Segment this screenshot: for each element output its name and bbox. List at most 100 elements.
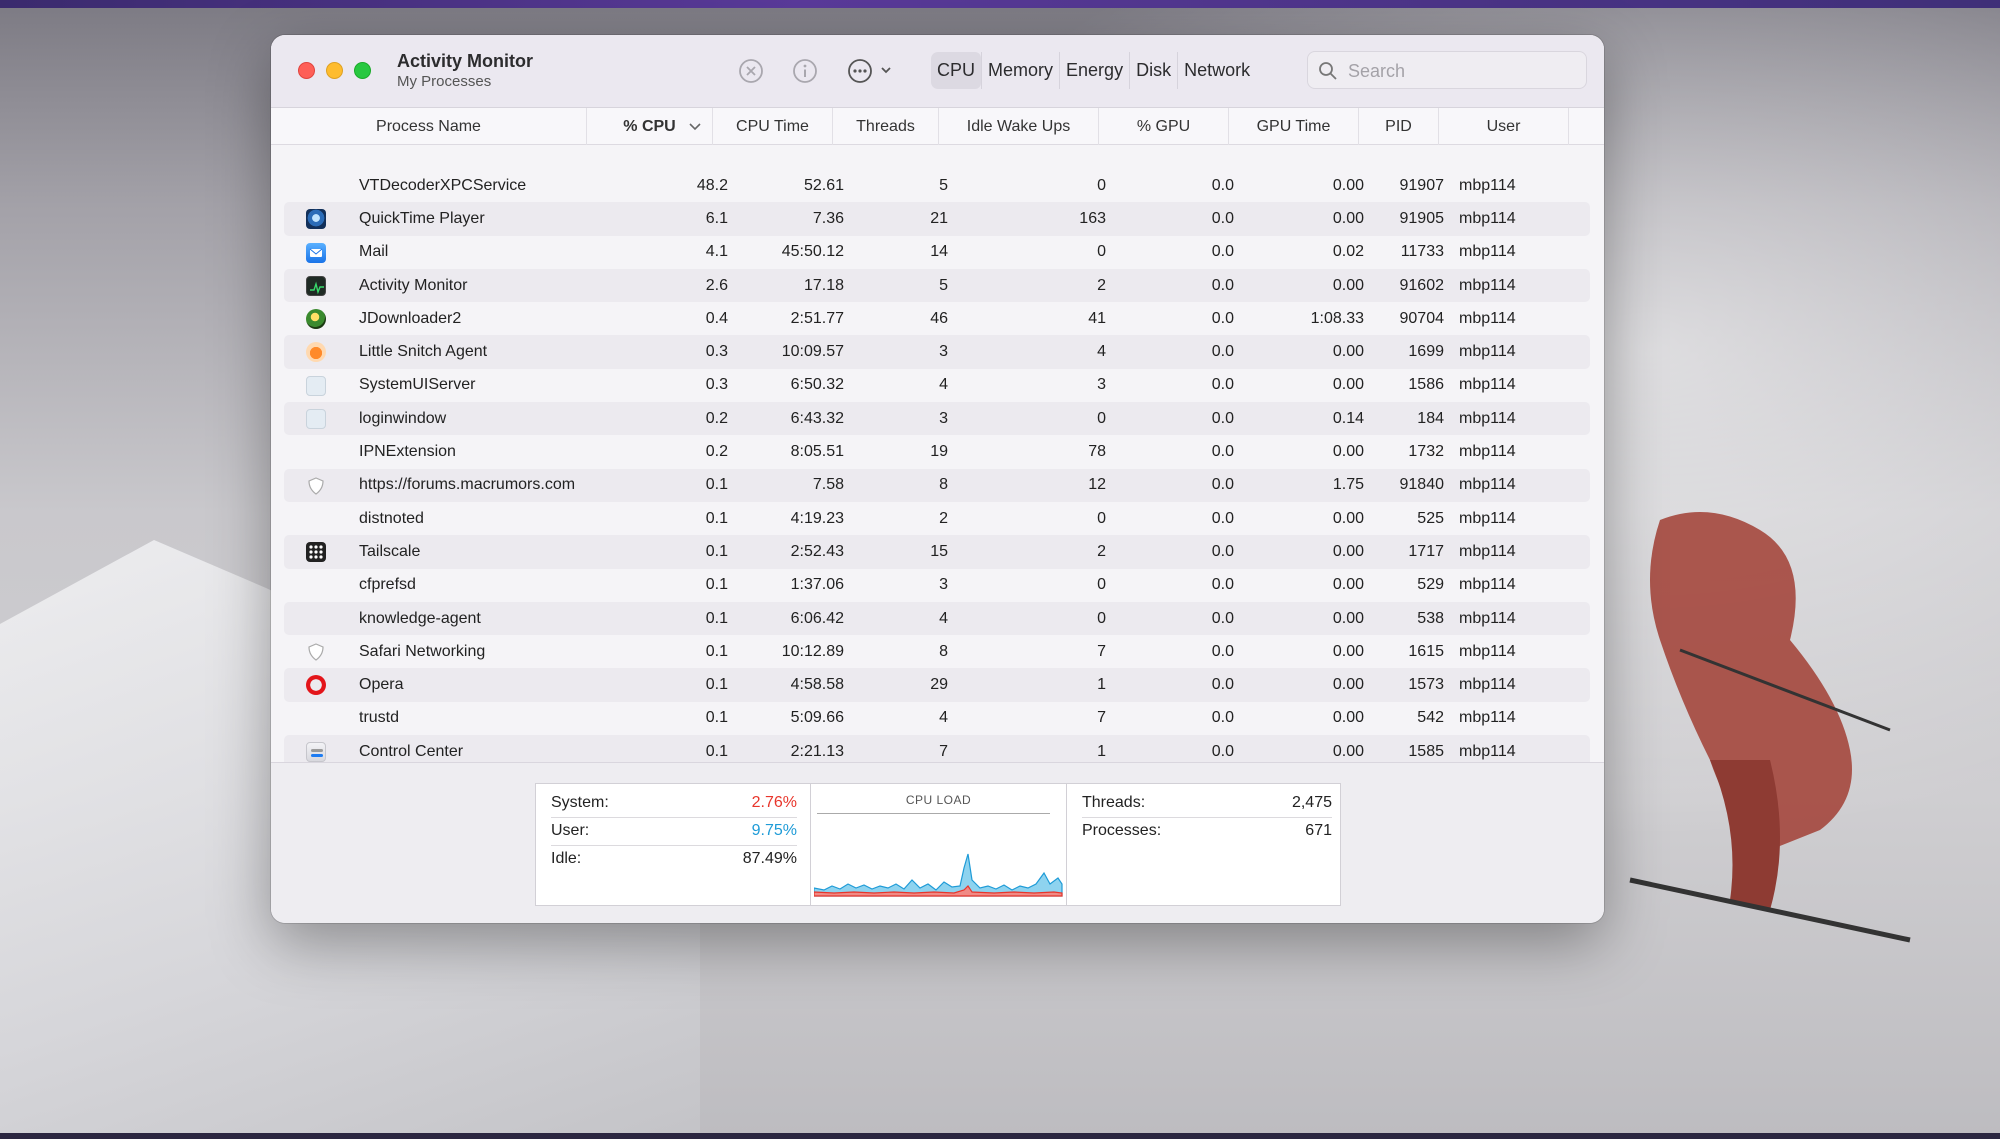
inspect-process-icon[interactable] (791, 57, 819, 85)
cell-gpu-percent: 0.0 (1211, 409, 1234, 427)
table-row[interactable]: Safari Networking 0.1 10:12.89 8 7 0.0 0.00 161… (284, 635, 1590, 668)
cell-pid: 90704 (1399, 309, 1445, 327)
table-row[interactable]: Mail 4.1 45:50.12 14 0 0.0 0.02 11733 mbp114 (284, 236, 1590, 269)
cell-gpu-percent: 0.0 (1211, 443, 1234, 461)
column-cpu-time[interactable]: CPU Time (713, 108, 833, 145)
tab-disk[interactable]: Disk (1129, 52, 1177, 89)
column-pid[interactable]: PID (1359, 108, 1439, 145)
cell-cpu-time: 45:50.12 (781, 243, 844, 261)
more-actions-icon[interactable] (847, 57, 897, 85)
cell-cpu-time: 2:51.77 (790, 309, 844, 327)
cell-process-name: Mail (359, 243, 389, 261)
shield-icon (306, 642, 326, 662)
cell-gpu-time: 0.00 (1332, 176, 1364, 194)
cell-gpu-percent: 0.0 (1211, 176, 1234, 194)
stat-idle: Idle: 87.49% (551, 846, 797, 874)
tailscale-icon (306, 542, 326, 563)
zoom-window-button[interactable] (354, 62, 371, 79)
column-gpu-percent[interactable]: % GPU (1099, 108, 1229, 145)
table-row[interactable]: cfprefsd 0.1 1:37.06 3 0 0.0 0.00 529 mbp114 (284, 569, 1590, 602)
table-row[interactable]: trustd 0.1 5:09.66 4 7 0.0 0.00 542 mbp114 (284, 702, 1590, 735)
cpu-load-panel: CPU LOAD (810, 783, 1067, 906)
cell-cpu-time: 4:58.58 (790, 676, 844, 694)
stat-threads: Threads: 2,475 (1082, 790, 1332, 818)
window-subtitle: My Processes (397, 73, 492, 90)
table-row[interactable]: VTDecoderXPCService 48.2 52.61 5 0 0.0 0.00 919… (284, 169, 1590, 202)
cell-process-name: IPNExtension (359, 443, 456, 461)
activity-monitor-window: Activity Monitor My Processes CPU Memory… (271, 35, 1604, 923)
stat-user: User: 9.75% (551, 818, 797, 846)
cell-process-name: loginwindow (359, 409, 447, 427)
table-row[interactable]: Activity Monitor 2.6 17.18 5 2 0.0 0.00 91602 mb… (284, 268, 1590, 303)
table-row[interactable]: QuickTime Player 6.1 7.36 21 163 0.0 0.00 91905… (284, 202, 1590, 236)
close-window-button[interactable] (298, 62, 315, 79)
cell-cpu-time: 10:09.57 (781, 343, 844, 361)
cell-idle-wake-ups: 1 (1097, 676, 1106, 694)
cell-idle-wake-ups: 163 (1079, 209, 1106, 227)
table-row[interactable]: https://forums.macrumors.com 0.1 7.58 8 12 0.… (284, 468, 1590, 502)
wallpaper-skier (1629, 512, 1911, 943)
table-row[interactable]: Little Snitch Agent 0.3 10:09.57 3 4 0.0 0.00 1… (284, 335, 1590, 369)
cell-cpu-time: 7.58 (812, 476, 844, 494)
table-row[interactable]: Opera 0.1 4:58.58 29 1 0.0 0.00 1573 mbp114 (284, 668, 1590, 702)
cell-idle-wake-ups: 12 (1088, 476, 1106, 494)
search-box[interactable] (1307, 51, 1587, 89)
cell-gpu-percent: 0.0 (1211, 309, 1234, 327)
cell-cpu-percent: 6.1 (705, 209, 728, 227)
column-process-name[interactable]: Process Name (271, 108, 587, 145)
cell-idle-wake-ups: 0 (1097, 576, 1106, 594)
cell-pid: 525 (1417, 509, 1444, 527)
tab-network[interactable]: Network (1177, 52, 1256, 89)
table-row[interactable]: knowledge-agent 0.1 6:06.42 4 0 0.0 0.00 538 mbp… (284, 601, 1590, 636)
tab-memory[interactable]: Memory (981, 52, 1059, 89)
column-user[interactable]: User (1439, 108, 1569, 145)
system-counts-panel: Threads: 2,475 Processes: 671 (1066, 783, 1341, 906)
search-icon (1319, 62, 1337, 80)
stat-idle-label: Idle: (551, 850, 582, 867)
stat-system-label: System: (551, 794, 609, 811)
cell-process-name: https://forums.macrumors.com (359, 476, 576, 494)
search-input[interactable] (1348, 59, 1578, 83)
cell-gpu-time: 0.00 (1332, 576, 1364, 594)
cell-process-name: Little Snitch Agent (359, 343, 488, 361)
minimize-window-button[interactable] (326, 62, 343, 79)
cell-gpu-percent: 0.0 (1211, 576, 1234, 594)
cell-threads: 8 (939, 476, 948, 494)
cell-threads: 4 (939, 709, 948, 727)
column-cpu-percent[interactable]: % CPU (587, 108, 713, 145)
cell-threads: 5 (939, 276, 948, 294)
cell-pid: 1586 (1408, 376, 1444, 394)
stat-threads-value: 2,475 (1291, 794, 1332, 811)
table-row[interactable]: Tailscale 0.1 2:52.43 15 2 0.0 0.00 1717 mbp114 (284, 535, 1590, 569)
cell-pid: 11733 (1400, 243, 1444, 261)
stat-idle-value: 87.49% (742, 850, 797, 867)
cell-pid: 538 (1417, 609, 1444, 627)
column-idle-wake-ups[interactable]: Idle Wake Ups (939, 108, 1099, 145)
cell-pid: 1732 (1408, 443, 1444, 461)
column-gpu-time[interactable]: GPU Time (1229, 108, 1359, 145)
column-threads[interactable]: Threads (833, 108, 939, 145)
dock-edge (0, 1133, 2000, 1139)
cell-gpu-time: 0.00 (1332, 542, 1364, 560)
cell-user: mbp114 (1459, 176, 1516, 194)
cell-cpu-percent: 0.2 (705, 443, 728, 461)
cell-gpu-percent: 0.0 (1211, 276, 1234, 294)
table-row[interactable]: JDownloader2 0.4 2:51.77 46 41 0.0 1:08.33 9070… (284, 302, 1590, 335)
table-row[interactable]: SystemUIServer 0.3 6:50.32 4 3 0.0 0.00 1586 mbp… (284, 369, 1590, 402)
activity-monitor-icon (306, 275, 326, 296)
opera-icon (306, 675, 326, 696)
cell-user: mbp114 (1459, 243, 1516, 261)
stop-process-icon[interactable] (737, 57, 765, 85)
cell-idle-wake-ups: 41 (1088, 309, 1106, 327)
cell-pid: 91840 (1399, 476, 1445, 494)
table-row[interactable]: distnoted 0.1 4:19.23 2 0 0.0 0.00 525 mbp114 (284, 502, 1590, 535)
cell-gpu-time: 0.00 (1332, 443, 1364, 461)
cell-user: mbp114 (1459, 209, 1516, 227)
tab-cpu[interactable]: CPU (931, 52, 982, 89)
cell-gpu-time: 0.00 (1332, 609, 1364, 627)
control-center-icon (306, 742, 326, 763)
table-row[interactable]: IPNExtension 0.2 8:05.51 19 78 0.0 0.00 1732 mbp… (284, 435, 1590, 468)
table-row[interactable]: loginwindow 0.2 6:43.32 3 0 0.0 0.14 184 mbp114 (284, 402, 1590, 436)
tab-energy[interactable]: Energy (1059, 52, 1129, 89)
stat-system-value: 2.76% (751, 794, 797, 811)
